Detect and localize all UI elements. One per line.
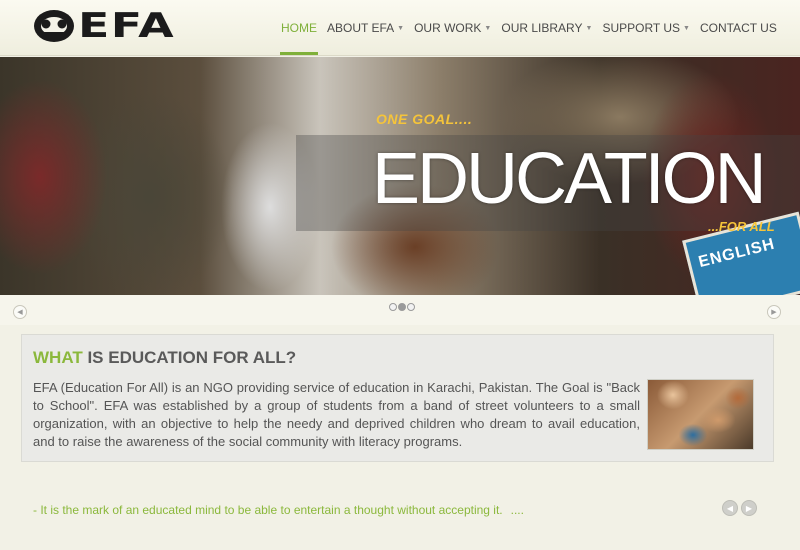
nav-item-our-library[interactable]: OUR LIBRARY ▼ [496, 0, 597, 56]
slider-controls: ◀ ▶ [0, 295, 800, 325]
quote-more-link[interactable]: .... [511, 503, 524, 517]
logo-text: EFA [78, 6, 176, 46]
caret-down-icon: ▼ [683, 24, 690, 32]
quote-prev-button[interactable]: ◀ [722, 500, 738, 516]
nav-item-label: CONTACT US [699, 21, 777, 35]
section-title-rest: IS EDUCATION FOR ALL? [82, 348, 297, 367]
chevron-right-icon: ▶ [771, 309, 777, 316]
nav-item-about-efa[interactable]: ABOUT EFA ▼ [322, 0, 409, 56]
slider-next-button[interactable]: ▶ [767, 305, 781, 319]
children-hands-photo [647, 379, 754, 450]
nav-item-label: ABOUT EFA [327, 21, 395, 35]
hero-tagline-bottom: ...FOR ALL [708, 219, 775, 234]
nav-item-label: SUPPORT US [602, 21, 681, 35]
hero-tagline-top: ONE GOAL.... [376, 111, 473, 127]
slider-prev-button[interactable]: ◀ [13, 305, 27, 319]
arrow-right-icon: ▶ [745, 503, 753, 513]
section-title: WHAT IS EDUCATION FOR ALL? [33, 348, 296, 368]
site-header: EFA HOME ABOUT EFA ▼ OUR WORK ▼ OUR LIBR… [0, 0, 800, 56]
slider-pagination [389, 303, 415, 311]
nav-item-home[interactable]: HOME [276, 0, 322, 56]
hero-headline: EDUCATION [372, 139, 767, 219]
slide-dot-1[interactable] [389, 303, 397, 311]
quote-next-button[interactable]: ▶ [741, 500, 757, 516]
arrow-left-icon: ◀ [726, 503, 734, 513]
book-title: ENGLISH [696, 235, 777, 272]
caret-down-icon: ▼ [484, 24, 492, 32]
hero-slide-image: ONE GOAL.... EDUCATION ENGLISH ...FOR AL… [0, 57, 800, 295]
nav-item-support-us[interactable]: SUPPORT US ▼ [597, 0, 695, 56]
caret-down-icon: ▼ [397, 24, 405, 32]
main-nav: HOME ABOUT EFA ▼ OUR WORK ▼ OUR LIBRARY … [276, 0, 782, 56]
section-title-accent: WHAT [33, 348, 83, 367]
quote-text: It is the mark of an educated mind to be… [40, 503, 503, 517]
caret-down-icon: ▼ [585, 24, 593, 32]
quote-rotator: - It is the mark of an educated mind to … [33, 503, 524, 517]
slide-dot-3[interactable] [407, 303, 415, 311]
about-text: EFA (Education For All) is an NGO provid… [33, 380, 640, 449]
efa-logo-mark-icon [34, 10, 74, 42]
about-section: WHAT IS EDUCATION FOR ALL? EFA (Educatio… [21, 334, 774, 462]
nav-item-label: OUR WORK [414, 21, 482, 35]
chevron-left-icon: ◀ [17, 309, 23, 316]
slide-dot-2[interactable] [398, 303, 406, 311]
nav-item-label: OUR LIBRARY [501, 21, 583, 35]
efa-logo[interactable]: EFA [32, 8, 222, 44]
nav-item-our-work[interactable]: OUR WORK ▼ [409, 0, 496, 56]
nav-item-contact-us[interactable]: CONTACT US [695, 0, 782, 56]
nav-item-label: HOME [281, 21, 317, 35]
